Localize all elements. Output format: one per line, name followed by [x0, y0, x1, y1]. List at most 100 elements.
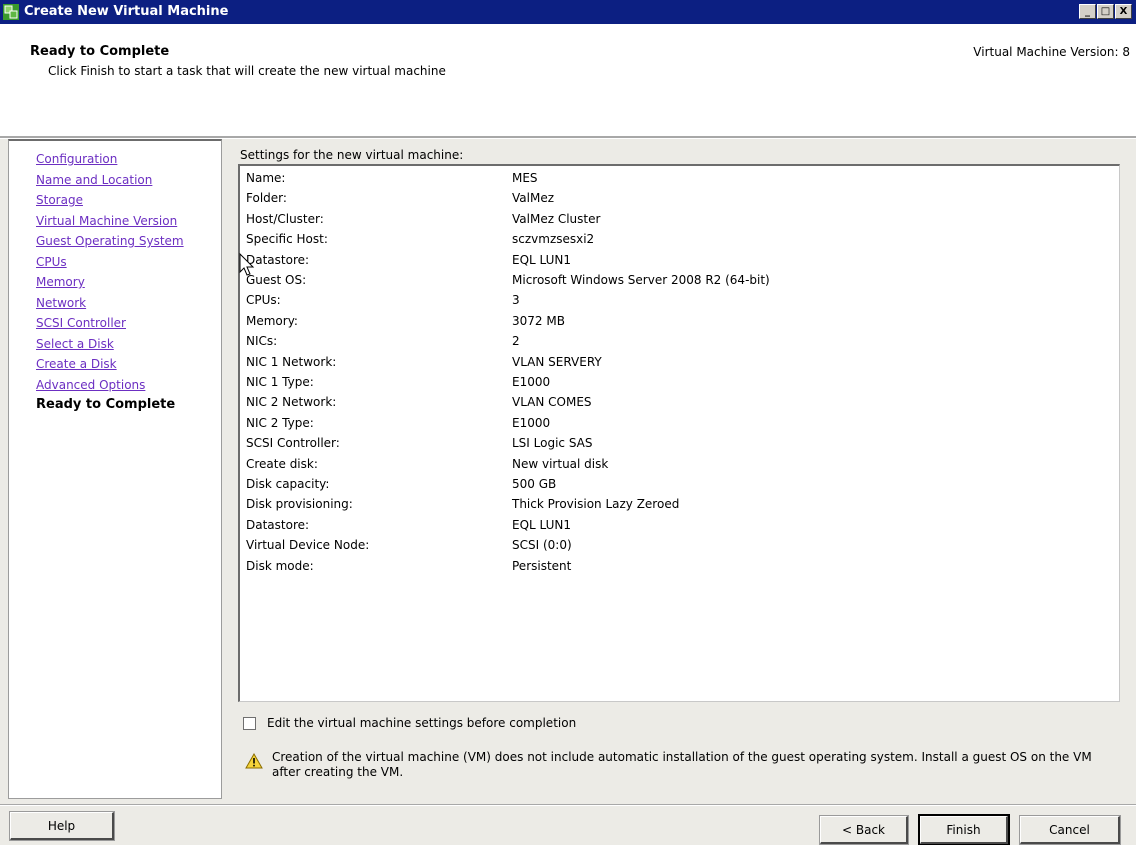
finish-button[interactable]: Finish	[918, 814, 1010, 845]
settings-row: Specific Host: sczvmzsesxi2	[246, 229, 1106, 249]
settings-value: 500 GB	[512, 477, 557, 491]
settings-row: Create disk: New virtual disk	[246, 454, 1106, 474]
nav-item-name-and-location[interactable]: Name and Location	[36, 170, 221, 191]
nav-link-create-a-disk[interactable]: Create a Disk	[36, 357, 117, 371]
nav-link-virtual-machine-version[interactable]: Virtual Machine Version	[36, 214, 177, 228]
nav-link-cpus[interactable]: CPUs	[36, 255, 67, 269]
footer-divider	[0, 804, 1136, 806]
nav-link-guest-operating-system[interactable]: Guest Operating System	[36, 234, 184, 248]
nav-link-advanced-options[interactable]: Advanced Options	[36, 378, 145, 392]
settings-row: Disk capacity: 500 GB	[246, 474, 1106, 494]
nav-item-network[interactable]: Network	[36, 293, 221, 314]
nav-item-select-a-disk[interactable]: Select a Disk	[36, 334, 221, 355]
cancel-button[interactable]: Cancel	[1019, 815, 1121, 845]
settings-row: Virtual Device Node: SCSI (0:0)	[246, 535, 1106, 555]
settings-key: CPUs:	[246, 293, 281, 308]
warning-icon	[245, 753, 263, 769]
page-subtitle: Click Finish to start a task that will c…	[48, 64, 446, 78]
wizard-header: Ready to Complete Click Finish to start …	[0, 24, 1136, 136]
settings-row: NIC 2 Type: E1000	[246, 413, 1106, 433]
settings-value: ValMez Cluster	[512, 211, 601, 226]
nav-link-scsi-controller[interactable]: SCSI Controller	[36, 316, 126, 330]
settings-value: sczvmzsesxi2	[512, 232, 595, 247]
settings-row: Datastore: EQL LUN1	[246, 515, 1106, 535]
vm-version-label: Virtual Machine Version: 8	[973, 45, 1130, 59]
settings-value: MES	[512, 171, 538, 185]
settings-value: VLAN COMES	[512, 395, 592, 410]
settings-row: Disk provisioning: Thick Provision Lazy Z…	[246, 494, 1106, 514]
nav-item-storage[interactable]: Storage	[36, 190, 221, 211]
settings-key: Memory:	[246, 313, 298, 328]
window-title: Create New Virtual Machine	[24, 4, 229, 19]
title-bar: Create New Virtual Machine _ □ X	[0, 0, 1136, 24]
settings-value: EQL LUN1	[512, 252, 572, 267]
nav-item-guest-operating-system[interactable]: Guest Operating System	[36, 231, 221, 252]
settings-value: EQL LUN1	[512, 517, 572, 532]
settings-label: Settings for the new virtual machine:	[240, 148, 464, 162]
nav-item-advanced-options[interactable]: Advanced Options	[36, 375, 221, 396]
nav-item-configuration[interactable]: Configuration	[36, 149, 221, 170]
nav-item-scsi-controller[interactable]: SCSI Controller	[36, 313, 221, 334]
vm-app-icon	[3, 4, 19, 20]
maximize-button[interactable]: □	[1097, 4, 1114, 19]
mouse-cursor-icon	[239, 252, 255, 276]
nav-link-network[interactable]: Network	[36, 296, 86, 310]
settings-row: NIC 2 Network: VLAN COMES	[246, 392, 1106, 412]
page-title: Ready to Complete	[30, 44, 170, 59]
settings-row: Host/Cluster: ValMez Cluster	[246, 209, 1106, 229]
settings-value: 2	[512, 334, 520, 349]
nav-link-memory[interactable]: Memory	[36, 275, 85, 289]
nav-link-select-a-disk[interactable]: Select a Disk	[36, 337, 114, 351]
settings-row: NIC 1 Network: VLAN SERVERY	[246, 352, 1106, 372]
nav-item-memory[interactable]: Memory	[36, 272, 221, 293]
settings-row: NIC 1 Type: E1000	[246, 372, 1106, 392]
close-button[interactable]: X	[1115, 4, 1132, 19]
settings-key: NIC 1 Type:	[246, 375, 314, 389]
settings-key: Virtual Device Node:	[246, 538, 370, 553]
settings-value: 3	[512, 293, 520, 308]
settings-key: Specific Host:	[246, 232, 328, 247]
nav-link-name-and-location[interactable]: Name and Location	[36, 173, 152, 187]
minimize-button[interactable]: _	[1079, 4, 1096, 19]
settings-row: Name: MES	[246, 168, 1106, 188]
settings-key: NIC 2 Network:	[246, 395, 337, 410]
settings-value: ValMez	[512, 191, 554, 206]
nav-link-configuration[interactable]: Configuration	[36, 152, 117, 166]
settings-key: Disk provisioning:	[246, 497, 353, 512]
nav-item-create-a-disk[interactable]: Create a Disk	[36, 354, 221, 375]
settings-key: Name:	[246, 171, 286, 185]
settings-value: SCSI (0:0)	[512, 538, 572, 553]
settings-value: E1000	[512, 375, 551, 389]
settings-key: NICs:	[246, 334, 278, 349]
settings-value: 3072 MB	[512, 313, 565, 328]
nav-item-ready-to-complete: Ready to Complete	[36, 397, 176, 412]
settings-key: SCSI Controller:	[246, 436, 340, 451]
warning-message: Creation of the virtual machine (VM) doe…	[272, 750, 1092, 779]
settings-value: VLAN SERVERY	[512, 354, 602, 369]
help-button[interactable]: Help	[9, 811, 115, 841]
settings-row: NICs: 2	[246, 331, 1106, 351]
nav-item-virtual-machine-version[interactable]: Virtual Machine Version	[36, 211, 221, 232]
settings-value: Thick Provision Lazy Zeroed	[512, 497, 680, 512]
settings-key: NIC 2 Type:	[246, 415, 314, 430]
nav-item-cpus[interactable]: CPUs	[36, 252, 221, 273]
settings-value: New virtual disk	[512, 456, 609, 471]
settings-key: Disk capacity:	[246, 477, 330, 491]
settings-list[interactable]: Name: MES Folder: ValMez Host/Cluster: ValMez…	[238, 164, 1120, 702]
settings-value: Microsoft Windows Server 2008 R2 (64-bit…	[512, 273, 770, 287]
edit-settings-checkbox[interactable]	[243, 717, 256, 730]
settings-row: SCSI Controller: LSI Logic SAS	[246, 433, 1106, 453]
back-button[interactable]: < Back	[819, 815, 909, 845]
settings-key: Folder:	[246, 191, 287, 206]
settings-row: Folder: ValMez	[246, 188, 1106, 208]
settings-row: Memory: 3072 MB	[246, 311, 1106, 331]
settings-key: Datastore:	[246, 517, 310, 532]
settings-key: Disk mode:	[246, 558, 314, 573]
settings-row: CPUs: 3	[246, 290, 1106, 310]
settings-key: Host/Cluster:	[246, 211, 324, 226]
edit-settings-label[interactable]: Edit the virtual machine settings before…	[267, 716, 576, 730]
wizard-steps-nav: Configuration Name and Location Storage Vir…	[8, 139, 222, 799]
settings-row: Datastore: EQL LUN1	[246, 250, 1106, 270]
settings-key: NIC 1 Network:	[246, 354, 337, 369]
nav-link-storage[interactable]: Storage	[36, 193, 83, 207]
